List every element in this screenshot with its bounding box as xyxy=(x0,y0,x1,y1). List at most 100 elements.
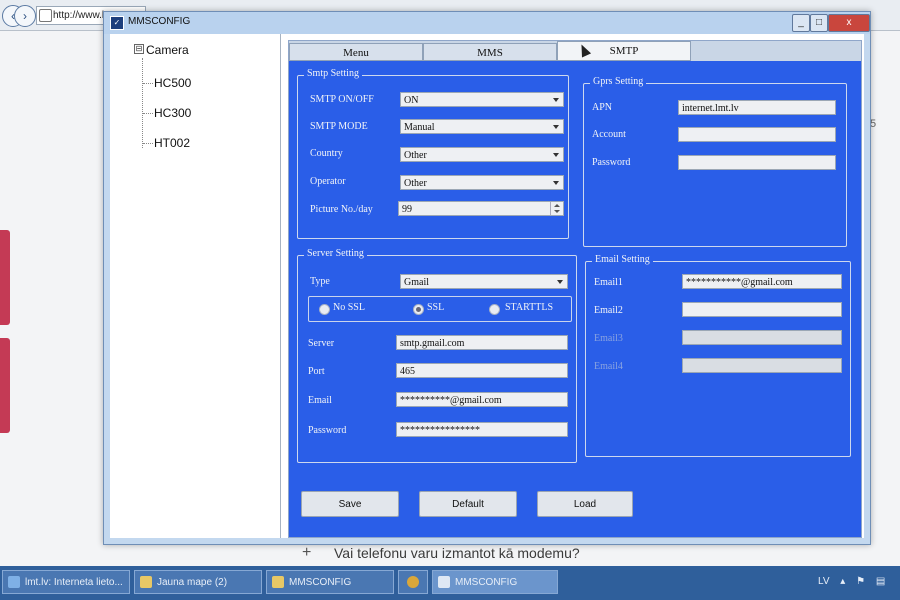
save-button[interactable]: Save xyxy=(301,491,399,517)
port-input[interactable]: 465 xyxy=(396,363,568,378)
window-titlebar[interactable]: ✓ MMSCONFIG _ □ x xyxy=(104,12,870,34)
taskbar-item-label: lmt.lv: Interneta lieto... xyxy=(25,577,123,588)
tree-item-hc500[interactable]: HC500 xyxy=(154,76,191,90)
email2-label: Email2 xyxy=(594,305,623,316)
tab-strip: Menu MMS SMTP xyxy=(289,41,861,61)
dropdown-arrow-icon xyxy=(553,98,559,102)
taskbar-item-label: MMSCONFIG xyxy=(455,577,518,588)
collapse-icon[interactable]: ⊟ xyxy=(134,44,144,54)
tree-connector xyxy=(142,58,144,148)
email1-input[interactable]: ***********@gmail.com xyxy=(682,274,842,289)
email-label: Email xyxy=(308,395,332,406)
smtp-setting-group: Smtp Setting SMTP ON/OFF ON SMTP MODE Ma… xyxy=(297,68,569,239)
radio-no-ssl[interactable] xyxy=(319,304,330,315)
server-password-input[interactable]: **************** xyxy=(396,422,568,437)
radio-starttls[interactable] xyxy=(489,304,500,315)
picture-per-day-spinbox[interactable]: 99 xyxy=(398,201,564,216)
default-button[interactable]: Default xyxy=(419,491,517,517)
tree-connector xyxy=(143,113,153,115)
email1-label: Email1 xyxy=(594,277,623,288)
email3-input[interactable] xyxy=(682,330,842,345)
taskbar-item-browser[interactable]: lmt.lv: Interneta lieto... xyxy=(2,570,130,594)
page-side-banner xyxy=(0,230,10,325)
radio-label: STARTTLS xyxy=(505,302,554,313)
network-icon[interactable]: ▤ xyxy=(876,570,885,594)
tab-mms[interactable]: MMS xyxy=(423,43,557,61)
smtp-onoff-select[interactable]: ON xyxy=(400,92,564,107)
gprs-setting-group: Gprs Setting APN internet.lmt.lv Account… xyxy=(583,76,847,247)
tree-connector xyxy=(143,143,153,145)
language-indicator[interactable]: LV xyxy=(818,570,830,594)
account-label: Account xyxy=(592,129,626,140)
folder-icon xyxy=(140,576,152,588)
dropdown-arrow-icon xyxy=(553,181,559,185)
folder-icon xyxy=(272,576,284,588)
country-label: Country xyxy=(310,148,343,159)
taskbar: lmt.lv: Interneta lieto... Jauna mape (2… xyxy=(0,566,900,600)
tree-item-hc300[interactable]: HC300 xyxy=(154,106,191,120)
tab-menu[interactable]: Menu xyxy=(289,43,423,61)
spinbox-value: 99 xyxy=(402,204,412,215)
spinner-arrows-icon[interactable] xyxy=(550,202,563,215)
tree-connector xyxy=(143,83,153,85)
browser-icon xyxy=(8,576,20,588)
server-input[interactable]: smtp.gmail.com xyxy=(396,335,568,350)
smtp-mode-select[interactable]: Manual xyxy=(400,119,564,134)
dropdown-arrow-icon xyxy=(553,153,559,157)
country-select[interactable]: Other xyxy=(400,147,564,162)
operator-select[interactable]: Other xyxy=(400,175,564,190)
tree-root-camera[interactable]: Camera xyxy=(146,43,189,57)
email-input[interactable]: **********@gmail.com xyxy=(396,392,568,407)
gprs-password-input[interactable] xyxy=(678,155,836,170)
taskbar-item-chrome[interactable] xyxy=(398,570,428,594)
tray-arrow-icon[interactable]: ▴ xyxy=(840,570,845,594)
group-title: Email Setting xyxy=(592,254,653,265)
group-title: Smtp Setting xyxy=(304,68,362,79)
window-client: ⊟ Camera HC500 HC300 HT002 Menu MMS SMTP… xyxy=(110,34,864,538)
maximize-button[interactable]: □ xyxy=(810,14,828,32)
type-select[interactable]: Gmail xyxy=(400,274,568,289)
faq-question-link[interactable]: Vai telefonu varu izmantot kā modemu? xyxy=(334,545,580,561)
close-button[interactable]: x xyxy=(828,14,870,32)
taskbar-item-mmsconfig[interactable]: MMSCONFIG xyxy=(266,570,394,594)
select-value: Manual xyxy=(404,122,435,133)
taskbar-item-folder[interactable]: Jauna mape (2) xyxy=(134,570,262,594)
server-label: Server xyxy=(308,338,335,349)
port-label: Port xyxy=(308,366,325,377)
email3-label: Email3 xyxy=(594,333,623,344)
expand-plus-icon[interactable]: + xyxy=(302,544,311,562)
apn-input[interactable]: internet.lmt.lv xyxy=(678,100,836,115)
server-password-label: Password xyxy=(308,425,347,436)
select-value: ON xyxy=(404,95,419,106)
chrome-icon xyxy=(407,576,419,588)
group-title: Gprs Setting xyxy=(590,76,647,87)
minimize-button[interactable]: _ xyxy=(792,14,810,32)
email4-input[interactable] xyxy=(682,358,842,373)
type-label: Type xyxy=(310,276,330,287)
settings-panel: Menu MMS SMTP Smtp Setting SMTP ON/OFF O… xyxy=(288,40,862,538)
radio-ssl[interactable] xyxy=(413,304,424,315)
taskbar-item-mmsconfig-active[interactable]: MMSCONFIG xyxy=(432,570,558,594)
tree-item-ht002[interactable]: HT002 xyxy=(154,136,190,150)
mmsconfig-window: ✓ MMSCONFIG _ □ x ⊟ Camera HC500 HC300 H… xyxy=(103,11,871,545)
page-icon xyxy=(39,9,52,22)
smtp-onoff-label: SMTP ON/OFF xyxy=(310,94,374,105)
email2-input[interactable] xyxy=(682,302,842,317)
group-title: Server Setting xyxy=(304,248,367,259)
select-value: Other xyxy=(404,150,427,161)
flag-icon[interactable]: ⚑ xyxy=(856,570,865,594)
picture-per-day-label: Picture No./day xyxy=(310,204,373,215)
select-value: Other xyxy=(404,178,427,189)
forward-icon[interactable]: › xyxy=(14,5,36,27)
account-input[interactable] xyxy=(678,127,836,142)
gprs-password-label: Password xyxy=(592,157,631,168)
load-button[interactable]: Load xyxy=(537,491,633,517)
email4-label: Email4 xyxy=(594,361,623,372)
tab-smtp[interactable]: SMTP xyxy=(557,41,691,61)
dropdown-arrow-icon xyxy=(553,125,559,129)
server-setting-group: Server Setting Type Gmail No SSL SSL STA… xyxy=(297,248,577,463)
apn-label: APN xyxy=(592,102,613,113)
window-title: MMSCONFIG xyxy=(128,16,191,27)
operator-label: Operator xyxy=(310,176,346,187)
dropdown-arrow-icon xyxy=(557,280,563,284)
